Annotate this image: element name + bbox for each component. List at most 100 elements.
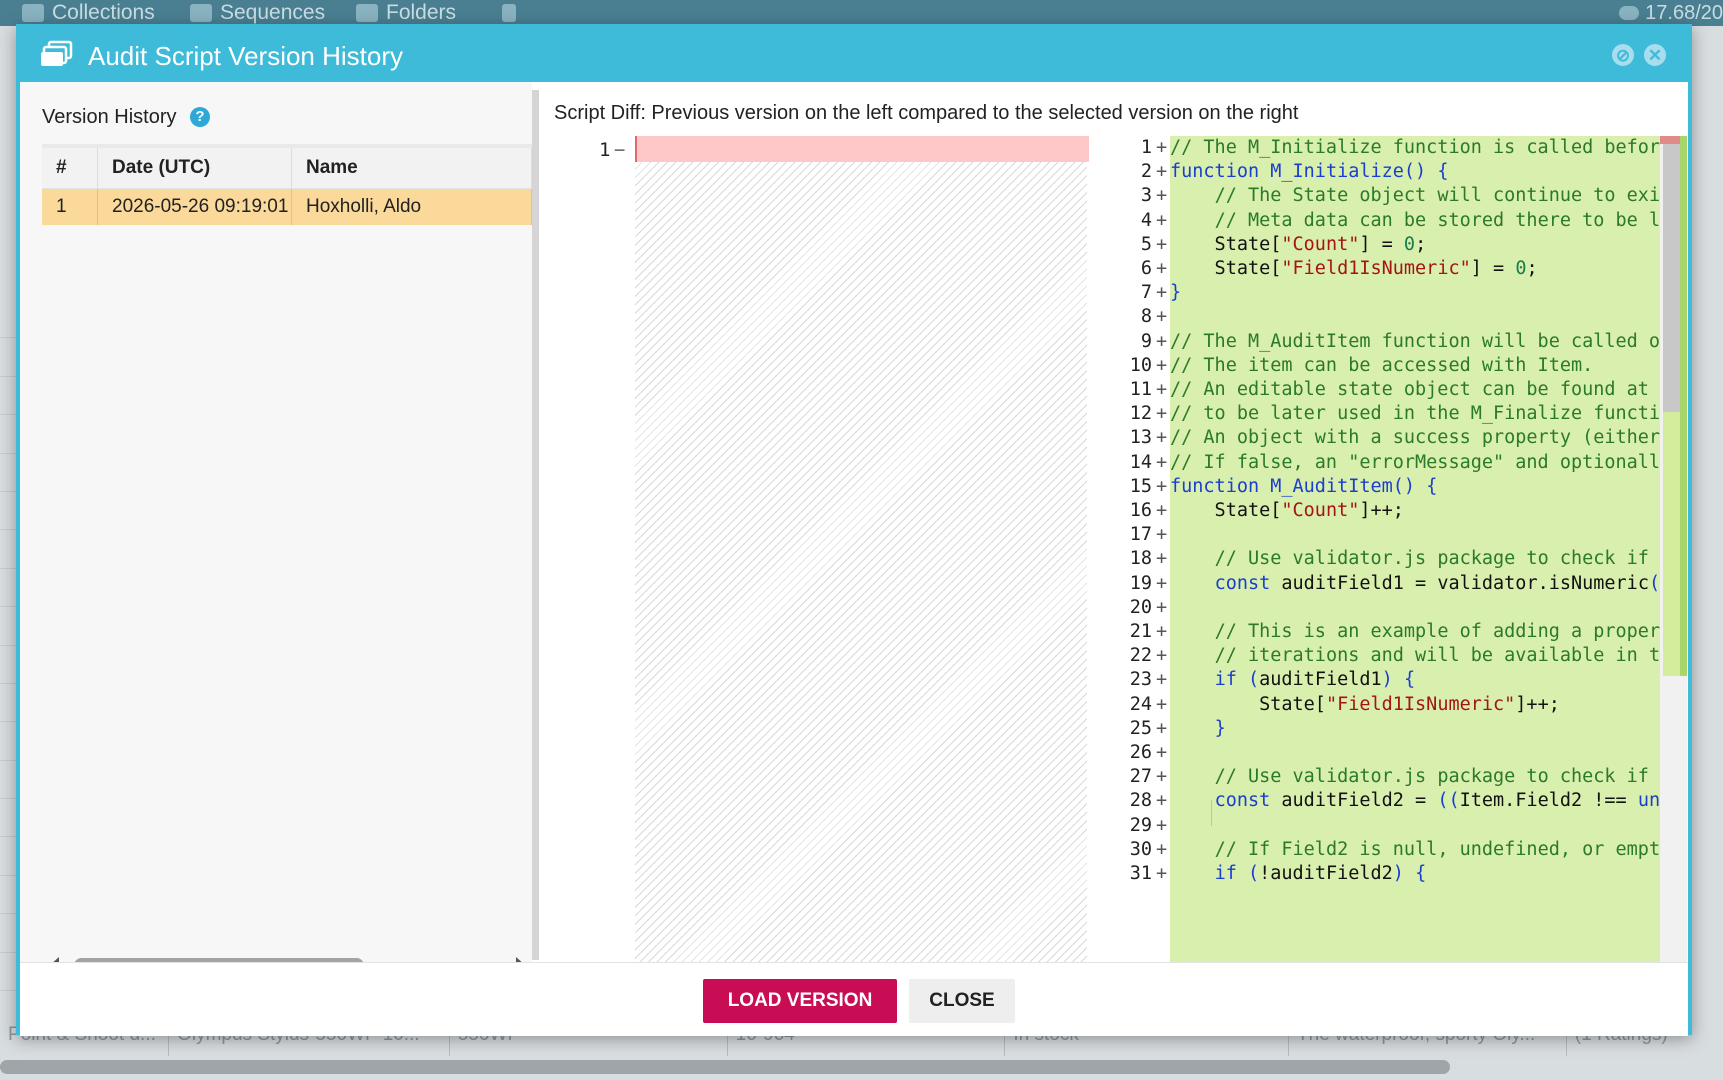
- history-stack-icon: [41, 40, 73, 66]
- code-line: // to be later used in the M_Finalize fu…: [1170, 403, 1660, 425]
- bookmark-icon: [502, 4, 516, 22]
- code-line: State["Count"]++;: [1170, 500, 1404, 521]
- right-line-number: 17: [1129, 524, 1152, 546]
- added-sign: +: [1156, 693, 1168, 715]
- code-line: const auditField2 = ((Item.Field2 !== un…: [1214, 790, 1660, 812]
- added-sign: +: [1156, 475, 1168, 497]
- code-line: function M_AuditItem() {: [1170, 475, 1438, 497]
- added-sign: +: [1156, 766, 1168, 788]
- close-button[interactable]: CLOSE: [909, 979, 1015, 1023]
- added-sign: +: [1156, 814, 1168, 836]
- added-sign: +: [1156, 233, 1168, 255]
- added-sign: +: [1156, 306, 1168, 328]
- dialog-title: Audit Script Version History: [88, 41, 404, 71]
- nav-collections[interactable]: Collections: [22, 0, 155, 26]
- added-sign: +: [1156, 621, 1168, 642]
- nav-folders[interactable]: Folders: [356, 0, 456, 26]
- minimize-icon[interactable]: ⊘: [1612, 44, 1634, 66]
- added-sign: +: [1156, 185, 1168, 207]
- right-line-number: 9: [1140, 330, 1152, 352]
- added-sign: +: [1156, 790, 1168, 812]
- selected-version-pane[interactable]: // The M_Initialize function is called b…: [1170, 136, 1660, 962]
- code-line: function M_Initialize() {: [1170, 161, 1449, 183]
- code-line: // If Field2 is null, undefined, or empt…: [1214, 838, 1660, 860]
- diff-caption: Script Diff: Previous version on the lef…: [554, 102, 1299, 124]
- right-line-number: 24: [1129, 693, 1152, 715]
- code-line: // The State object will continue to exi…: [1214, 185, 1660, 207]
- version-history-table: # Date (UTC) Name 1 2026-05-26 09:19:01 …: [42, 144, 532, 225]
- column-header-date[interactable]: Date (UTC): [97, 144, 292, 189]
- table-row[interactable]: 1 2026-05-26 09:19:01 Hoxholli, Aldo: [42, 188, 532, 225]
- right-line-number: 30: [1129, 838, 1152, 860]
- added-sign: +: [1156, 354, 1168, 376]
- added-sign: +: [1156, 548, 1168, 570]
- folders-icon: [356, 4, 378, 22]
- added-sign: +: [1156, 161, 1168, 183]
- right-line-number: 4: [1140, 209, 1152, 231]
- column-header-number[interactable]: #: [42, 144, 98, 189]
- code-line: // Use validator.js package to check if …: [1214, 548, 1660, 570]
- code-line: }: [1214, 717, 1226, 739]
- vertical-scrollbar-thumb[interactable]: [1663, 136, 1681, 412]
- help-icon[interactable]: ?: [190, 107, 210, 127]
- right-line-number: 3: [1140, 185, 1152, 207]
- code-line: if (auditField1) {: [1214, 669, 1416, 691]
- added-sign: +: [1156, 379, 1168, 400]
- code-line: // Meta data can be stored there to be l…: [1214, 209, 1660, 231]
- version-history-label: Version History: [42, 106, 177, 128]
- background-horizontal-scrollbar[interactable]: [0, 1060, 1450, 1074]
- right-line-number: 19: [1129, 572, 1152, 594]
- load-version-button[interactable]: LOAD VERSION: [703, 979, 897, 1023]
- right-line-number: 18: [1129, 548, 1152, 570]
- removed-line: [635, 136, 1089, 162]
- collections-icon: [22, 4, 44, 22]
- right-line-number: 12: [1129, 403, 1152, 425]
- added-sign: +: [1156, 403, 1168, 425]
- dialog-footer: LOAD VERSION CLOSE: [20, 962, 1688, 1036]
- diff-vertical-scrollbar[interactable]: [1660, 136, 1687, 962]
- version-history-panel: Version History ? # Date (UTC) Name 1 20…: [20, 82, 532, 973]
- added-sign: +: [1156, 742, 1168, 763]
- code-line: // An editable state object can be found…: [1170, 379, 1660, 400]
- storage-indicator: 17.68/20: [1619, 0, 1723, 26]
- minimap-added-region: [1663, 412, 1681, 676]
- close-icon[interactable]: ✕: [1644, 44, 1666, 66]
- code-line: // The M_Initialize function is called b…: [1170, 137, 1660, 158]
- right-line-number: 15: [1129, 475, 1152, 497]
- nav-sequences[interactable]: Sequences: [190, 0, 325, 26]
- nav-bookmark[interactable]: [502, 0, 516, 26]
- added-sign: +: [1156, 137, 1168, 158]
- code-line: State["Count"] = 0;: [1170, 233, 1427, 255]
- added-sign: +: [1156, 669, 1168, 691]
- added-sign: +: [1156, 282, 1168, 304]
- right-line-number: 11: [1129, 379, 1152, 400]
- added-sign: +: [1156, 863, 1168, 884]
- audit-script-version-history-dialog: Audit Script Version History ⊘ ✕ Version…: [16, 24, 1692, 1036]
- previous-version-pane[interactable]: [635, 136, 1089, 962]
- minimap-removed-marker: [1660, 136, 1680, 144]
- right-line-number: 20: [1129, 596, 1152, 618]
- right-line-number: 1: [1140, 137, 1152, 158]
- code-line: const auditField1 = validator.isNumeric(…: [1214, 572, 1660, 594]
- right-line-number: 23: [1129, 669, 1152, 691]
- added-sign: +: [1156, 596, 1168, 618]
- column-header-name[interactable]: Name: [291, 144, 532, 189]
- right-line-number: 21: [1129, 621, 1152, 642]
- right-line-number: 29: [1129, 814, 1152, 836]
- table-header-row: # Date (UTC) Name: [42, 144, 532, 189]
- added-sign: +: [1156, 209, 1168, 231]
- added-sign: +: [1156, 330, 1168, 352]
- code-line: if (!auditField2) {: [1214, 863, 1427, 884]
- added-sign: +: [1156, 838, 1168, 860]
- left-line-gutter: 1 −: [544, 136, 634, 962]
- added-sign: +: [1156, 572, 1168, 594]
- added-sign: +: [1156, 258, 1168, 279]
- right-line-number: 26: [1129, 742, 1152, 763]
- panel-splitter[interactable]: [532, 90, 539, 960]
- script-diff-editor[interactable]: 1 − 1 +2 +3 +4 +5 +6 +7 +8 +9 +10 +11 +12 +13 +14 +15 +…: [544, 136, 1687, 962]
- code-line: // Use validator.js package to check if …: [1214, 766, 1660, 788]
- left-line-number: 1: [599, 139, 611, 161]
- right-line-number: 14: [1129, 451, 1152, 473]
- code-line: // iterations and will be available in t…: [1214, 645, 1660, 667]
- right-line-number: 8: [1140, 306, 1152, 328]
